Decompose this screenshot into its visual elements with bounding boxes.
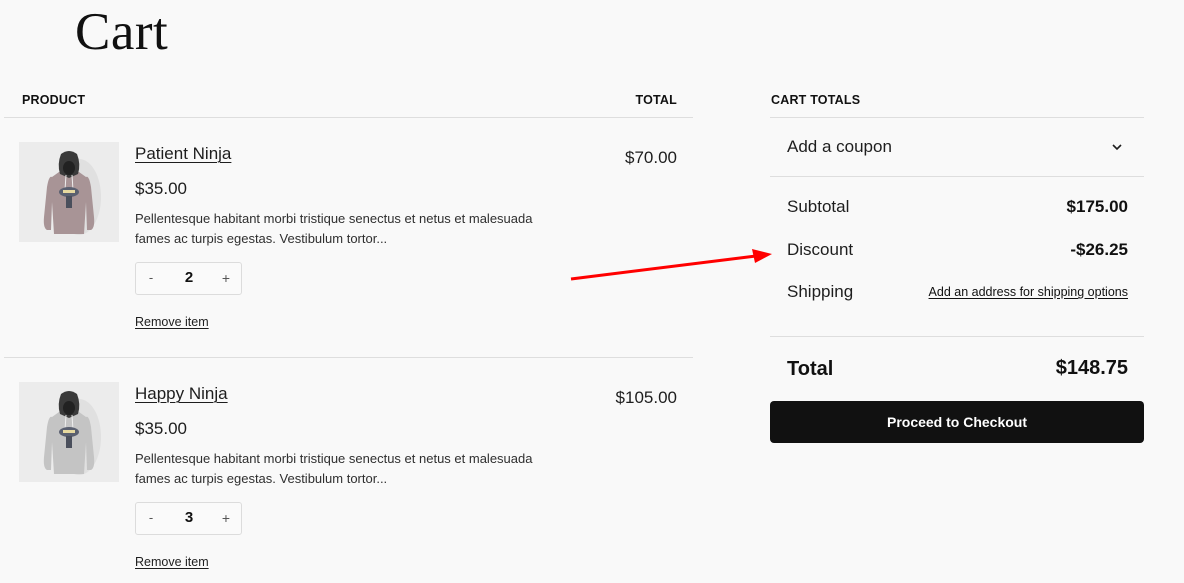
annotation-arrow-icon	[570, 249, 772, 281]
cart-totals-header: CART TOTALS	[770, 82, 1144, 118]
quantity-stepper: - 3 +	[135, 502, 242, 535]
cart-products-table: PRODUCT TOTAL Patient Ninja $35.00 Pelle…	[4, 82, 693, 583]
decrement-quantity-button[interactable]: -	[146, 510, 156, 525]
add-coupon-toggle[interactable]: Add a coupon	[770, 118, 1144, 177]
shipping-label: Shipping	[787, 282, 854, 301]
quantity-input[interactable]: 2	[176, 269, 202, 286]
subtotal-value: $175.00	[1066, 197, 1128, 216]
product-image[interactable]	[19, 142, 119, 242]
total-value: $148.75	[1055, 357, 1128, 379]
discount-value: -$26.25	[1070, 240, 1128, 259]
proceed-to-checkout-button[interactable]: Proceed to Checkout	[770, 401, 1144, 443]
hoodie-image-icon	[19, 382, 119, 482]
product-image[interactable]	[19, 382, 119, 482]
quantity-stepper: - 2 +	[135, 262, 242, 295]
product-name-link[interactable]: Happy Ninja	[135, 384, 228, 404]
order-total-row: Total $148.75	[770, 337, 1144, 401]
product-name-link[interactable]: Patient Ninja	[135, 144, 231, 164]
decrement-quantity-button[interactable]: -	[146, 270, 156, 285]
product-description: Pellentesque habitant morbi tristique se…	[135, 451, 533, 486]
column-header-product: PRODUCT	[22, 93, 86, 107]
discount-label: Discount	[787, 240, 854, 259]
add-coupon-label: Add a coupon	[787, 137, 892, 156]
line-total: $70.00	[625, 148, 677, 167]
remove-item-link[interactable]: Remove item	[135, 555, 209, 569]
remove-item-link[interactable]: Remove item	[135, 315, 209, 329]
cart-totals-panel: CART TOTALS Add a coupon Subtotal $175.0…	[770, 82, 1144, 443]
product-description: Pellentesque habitant morbi tristique se…	[135, 211, 533, 246]
increment-quantity-button[interactable]: +	[220, 510, 232, 526]
increment-quantity-button[interactable]: +	[220, 270, 232, 286]
hoodie-image-icon	[19, 142, 119, 242]
chevron-down-icon[interactable]	[1110, 140, 1124, 154]
subtotal-label: Subtotal	[787, 197, 850, 216]
column-header-total: TOTAL	[635, 93, 677, 107]
products-table-header: PRODUCT TOTAL	[4, 82, 693, 118]
cart-item: Patient Ninja $35.00 Pellentesque habita…	[4, 118, 693, 358]
totals-breakdown: Subtotal $175.00 Discount -$26.25 Shippi…	[770, 177, 1144, 337]
line-total: $105.00	[615, 388, 677, 407]
total-label: Total	[787, 358, 834, 380]
add-shipping-address-link[interactable]: Add an address for shipping options	[929, 285, 1128, 299]
product-unit-price: $35.00	[135, 419, 187, 438]
page-title: Cart	[75, 3, 169, 61]
cart-totals-title: CART TOTALS	[771, 93, 861, 107]
product-unit-price: $35.00	[135, 179, 187, 198]
cart-item: Happy Ninja $35.00 Pellentesque habitant…	[4, 358, 693, 583]
quantity-input[interactable]: 3	[176, 509, 202, 526]
